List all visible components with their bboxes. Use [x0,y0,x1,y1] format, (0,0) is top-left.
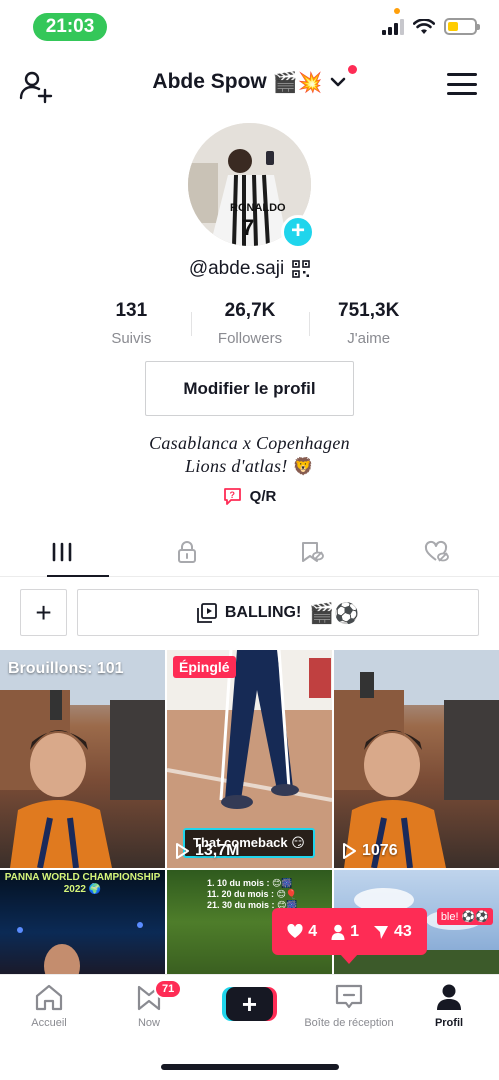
stat-following[interactable]: 131 Suivis [72,300,191,347]
nav-profile[interactable]: Profil [394,983,499,1029]
send-icon [374,925,388,939]
heart-icon [287,924,303,938]
playlist-icon [196,602,217,623]
view-count-value: 13,7M [195,842,240,859]
qr-code-icon[interactable] [292,260,310,278]
followers-count: 1 [350,922,359,940]
profile-stats: 131 Suivis 26,7K Followers 751,3K J'aime [72,300,428,347]
create-button[interactable]: + [222,987,277,1021]
tab-videos[interactable] [0,527,125,577]
now-notification-badge: 71 [154,979,183,999]
tab-private[interactable] [125,527,250,576]
play-icon [176,843,189,859]
bio-line-2-wrap: Lions d'atlas! 🦁 [0,455,499,479]
profile-header: Abde Spow 🎬💥 [0,62,499,108]
tab-liked[interactable] [374,527,499,576]
add-avatar-plus-icon[interactable]: + [281,215,315,249]
cellular-signal-icon [382,18,404,35]
nav-home-label: Accueil [31,1017,67,1029]
profile-tabs [0,527,499,577]
comments-notification: 43 [373,923,412,941]
qa-link[interactable]: ? Q/R [0,487,499,506]
home-icon [35,984,63,1011]
nav-inbox[interactable]: Boîte de réception [294,983,404,1029]
view-count: 13,7M [175,842,239,860]
svg-text:?: ? [229,490,235,500]
drafts-tile[interactable]: Brouillons: 101 [0,650,165,868]
svg-text:RONALDO: RONALDO [230,202,286,214]
stat-label: Suivis [111,330,152,347]
bio-line-2: Lions d'atlas! [185,456,288,476]
username-row: @abde.saji [0,258,499,280]
wifi-icon [413,18,435,34]
nav-home[interactable]: Accueil [0,983,104,1029]
heart-hidden-icon [424,540,449,562]
comments-count: 43 [394,922,412,940]
video-tile[interactable]: PANNA WORLD CHAMPIONSHIP 2022 🌍 [0,870,165,974]
lock-icon [178,540,197,563]
menu-icon[interactable] [447,70,477,98]
drafts-count-label: Brouillons: 101 [8,660,124,677]
video-thumbnail [334,650,499,868]
privacy-indicator [394,8,400,14]
status-time: 21:03 [33,13,107,41]
status-bar: 21:03 [0,0,499,52]
person-icon [331,924,345,940]
question-bubble-icon: ? [223,488,241,505]
profile-name-emojis: 🎬💥 [272,70,323,94]
schedule-line: 11. 20 du mois : 😊🎈 [207,889,298,899]
followers-notification: 1 [331,923,359,941]
bio: Casablanca x Copenhagen Lions d'atlas! 🦁 [0,432,499,479]
likes-notification: 4 [287,923,317,941]
schedule-line: 1. 10 du mois : 😊🎆 [207,878,293,888]
stat-value: 751,3K [338,300,400,321]
likes-count: 4 [308,922,318,940]
play-icon [343,843,356,859]
nav-now-label: Now [137,1017,160,1029]
bookmark-hidden-icon [301,541,324,562]
pinned-badge: Épinglé [173,656,236,678]
home-indicator[interactable] [161,1064,339,1070]
inbox-icon [335,984,363,1009]
video-thumbnail [17,922,143,974]
bio-emoji: 🦁 [292,457,314,477]
playlist-name: BALLING! [224,603,302,621]
playlist-chip[interactable]: BALLING! 🎬⚽ [77,589,479,636]
view-count: 1076 [342,842,398,860]
add-playlist-button[interactable]: + [20,589,67,636]
edit-profile-button[interactable]: Modifier le profil [145,361,354,416]
notification-dot [347,65,357,74]
video-text-overlay: ble! ⚽⚽ [436,908,493,925]
chevron-down-icon [329,65,357,91]
stat-likes[interactable]: 751,3K J'aime [309,300,428,347]
stat-label: J'aime [347,330,391,347]
username: @abde.saji [188,258,285,279]
battery-icon [444,18,480,35]
grid-icon [53,542,72,561]
view-count-value: 1076 [362,842,398,859]
bio-line-1: Casablanca x Copenhagen [149,433,350,453]
stat-value: 26,7K [224,300,276,321]
stat-value: 131 [115,300,148,321]
nav-profile-label: Profil [434,1017,464,1029]
profile-name: Abde Spow [152,70,267,93]
tab-favorites[interactable] [250,527,375,576]
profile-icon [437,984,461,1010]
video-tile[interactable]: 1076 [334,650,499,868]
pinned-video-tile[interactable]: Épinglé That comeback 😏 13,7M [167,650,332,868]
svg-text:7: 7 [242,215,254,240]
stat-followers[interactable]: 26,7K Followers [190,300,310,347]
status-icons [382,18,480,35]
create-plus-icon: + [226,987,273,1021]
video-thumbnail [0,650,165,868]
playlist-row: + BALLING! 🎬⚽ [20,589,479,636]
account-switcher[interactable]: Abde Spow 🎬💥 [0,65,499,94]
nav-now[interactable]: 71 Now [94,979,204,1029]
qa-label: Q/R [249,488,277,505]
video-schedule-overlay: 1. 10 du mois : 😊🎆 11. 20 du mois : 😊🎈 2… [207,878,298,911]
nav-inbox-label: Boîte de réception [304,1017,394,1029]
stat-label: Followers [217,330,283,347]
playlist-emojis: 🎬⚽ [309,600,360,625]
activity-popover[interactable]: 4 1 43 [272,908,427,964]
